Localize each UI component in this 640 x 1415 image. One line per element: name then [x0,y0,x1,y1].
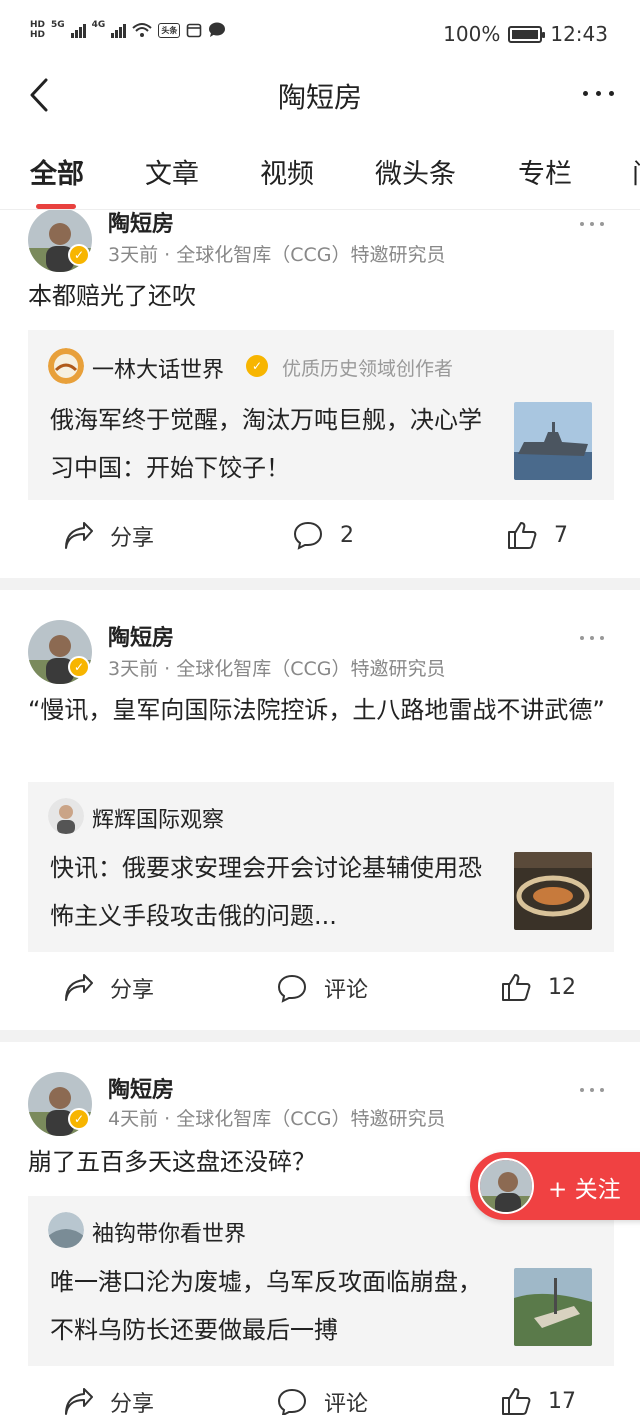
more-options-button[interactable] [574,78,614,108]
follow-label: + 关注 [548,1177,621,1203]
quoted-article-card[interactable]: 辉辉国际观察 快讯：俄要求安理会开会讨论基辅使用恐怖主义手段攻击俄的问题... [28,782,614,952]
author-name[interactable]: 陶短房 [108,210,174,238]
post-meta: 3天前 · 全球化智库（CCG）特邀研究员 [108,244,446,266]
calendar-icon [187,23,202,38]
comment-icon [293,521,323,550]
tab-micro-headlines[interactable]: 微头条 [375,152,456,191]
like-button[interactable]: 12 [500,972,576,1002]
tab-all[interactable]: 全部 [30,152,84,191]
like-button[interactable]: 17 [500,1386,576,1415]
floating-follow-button[interactable]: + 关注 [470,1152,640,1220]
tab-bar: 全部 文章 视频 微头条 专栏 问 [0,140,640,208]
share-icon [65,974,93,1001]
more-dots-icon [580,636,584,640]
post-actions: 分享 评论 12 [0,972,640,1032]
wifi-icon [132,23,152,37]
battery-fill [512,29,539,39]
post-actions: 分享 2 7 [0,520,640,580]
quoted-article-card[interactable]: 一林大话世界 ✓ 优质历史领域创作者 俄海军终于觉醒，淘汰万吨巨舰，决心学习中国… [28,330,614,500]
signal-icon-2 [111,22,127,38]
post-text: 本都赔光了还吹 [28,282,196,310]
like-button[interactable]: 7 [506,520,568,550]
tab-columns[interactable]: 专栏 [518,152,572,191]
chat-bubble-icon [209,22,226,37]
thumbs-up-icon [502,1388,531,1415]
post-separator [0,1030,640,1042]
card-author-avatar [48,348,84,384]
verified-badge-icon: ✓ [68,244,90,266]
tab-videos[interactable]: 视频 [260,152,314,191]
post-meta: 4天前 · 全球化智库（CCG）特邀研究员 [108,1108,446,1130]
verified-badge-icon: ✓ [246,355,268,377]
thumbs-up-icon [508,522,537,549]
post-more-button[interactable] [580,222,604,226]
feed-post: ✓ 陶短房 4天前 · 全球化智库（CCG）特邀研究员 崩了五百多天这盘还没碎？… [0,1042,640,1415]
more-dots-icon [583,90,588,96]
status-bar: HD HD 5G 4G 头条 100% 12:43 [0,0,640,70]
card-headline: 俄海军终于觉醒，淘汰万吨巨舰，决心学习中国：开始下饺子！ [50,406,482,482]
post-actions: 分享 评论 17 [0,1386,640,1415]
tab-articles[interactable]: 文章 [145,152,199,191]
verified-badge-icon: ✓ [68,656,90,678]
share-icon [65,1388,93,1415]
card-thumbnail-port [514,1268,592,1346]
card-headline: 唯一港口沦为废墟，乌军反攻面临崩盘，不料乌防长还要做最后一搏 [50,1268,482,1344]
share-button[interactable]: 分享 [64,972,154,1004]
feed-post: ✓ 陶短房 3天前 · 全球化智库（CCG）特邀研究员 本都赔光了还吹 一林大话… [0,210,640,580]
post-more-button[interactable] [580,636,604,640]
comment-icon [277,1388,307,1415]
tab-qa[interactable]: 问 [632,152,640,191]
signal-icon [70,22,86,38]
comment-button[interactable]: 2 [292,520,354,550]
more-dots-icon [580,222,584,226]
battery-percent: 100% [443,22,501,46]
network-5g-label: 5G [51,20,65,30]
status-icons-right: 100% 12:43 [443,22,608,46]
toutiao-app-icon: 头条 [158,22,181,38]
feed-post: ✓ 陶短房 3天前 · 全球化智库（CCG）特邀研究员 “慢讯，皇军向国际法院控… [0,590,640,1030]
follow-avatar [478,1158,534,1214]
share-button[interactable]: 分享 [64,520,154,552]
quoted-article-card[interactable]: 袖钩带你看世界 唯一港口沦为废墟，乌军反攻面临崩盘，不料乌防长还要做最后一搏 [28,1196,614,1366]
card-author-name: 袖钩带你看世界 [92,1222,247,1247]
comment-button[interactable]: 评论 [276,972,368,1004]
author-name[interactable]: 陶短房 [108,1072,174,1104]
top-header: 陶短房 [0,70,640,120]
card-author-avatar [48,1212,84,1248]
verified-badge-icon: ✓ [68,1108,90,1130]
thumbs-up-icon [502,974,531,1001]
sim-indicator: HD HD [30,20,46,40]
card-author-name: 一林大话世界 [92,358,225,383]
battery-icon [508,25,546,43]
share-button[interactable]: 分享 [64,1386,154,1415]
comment-button[interactable]: 评论 [276,1386,368,1415]
post-more-button[interactable] [580,1088,604,1092]
card-thumbnail-warship [514,402,592,480]
clock: 12:43 [550,22,608,46]
page-title: 陶短房 [277,81,362,114]
card-author-avatar [48,798,84,834]
post-text: “慢讯，皇军向国际法院控诉，土八路地雷战不讲武德” [28,696,605,724]
more-dots-icon [580,1088,584,1092]
author-name[interactable]: 陶短房 [108,620,174,652]
card-thumbnail-un-council [514,852,592,930]
post-separator [0,578,640,590]
post-meta: 3天前 · 全球化智库（CCG）特邀研究员 [108,658,446,680]
creator-tag: 优质历史领域创作者 [282,358,454,380]
share-icon [65,522,93,549]
status-icons-left: HD HD 5G 4G 头条 [30,20,226,40]
card-headline: 快讯：俄要求安理会开会讨论基辅使用恐怖主义手段攻击俄的问题... [50,854,482,930]
network-4g-label: 4G [91,20,106,30]
card-author-name: 辉辉国际观察 [92,808,225,833]
comment-icon [277,974,307,1003]
